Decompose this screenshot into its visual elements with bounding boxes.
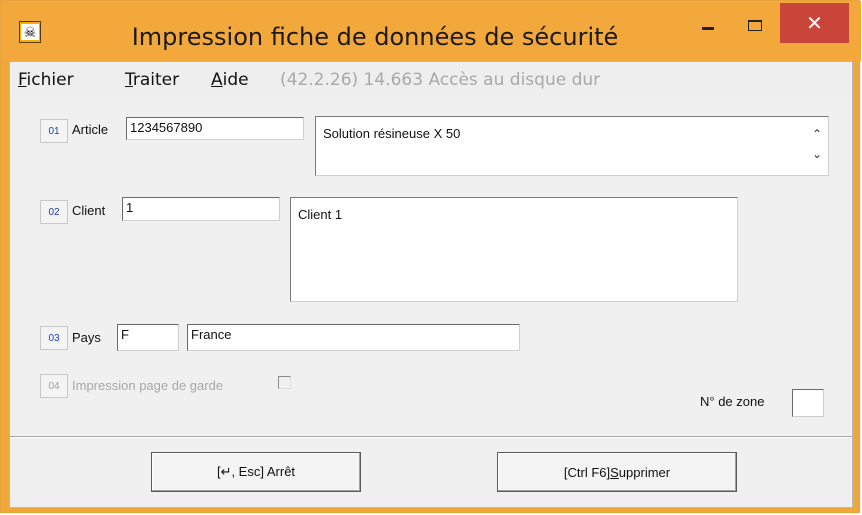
zone-input[interactable] xyxy=(792,389,824,417)
menu-label: ide xyxy=(222,70,249,90)
maximize-button[interactable] xyxy=(733,1,777,49)
article-input[interactable]: 1234567890 xyxy=(126,117,304,140)
delete-button-label: upprimer xyxy=(618,464,671,480)
pays-code-input[interactable]: F xyxy=(117,324,179,351)
stop-button[interactable]: [↵, Esc] Arrêt xyxy=(151,452,361,492)
page-garde-checkbox xyxy=(278,376,291,389)
close-button[interactable]: ✕ xyxy=(780,3,849,43)
maximize-icon xyxy=(748,19,762,31)
client-input[interactable]: 1 xyxy=(122,197,280,221)
minimize-icon xyxy=(702,26,714,30)
menu-fichier[interactable]: Fichier xyxy=(18,70,74,90)
client-description: Client 1 xyxy=(290,197,738,302)
page-garde-number-button: 04 xyxy=(40,374,68,398)
client-label: Client xyxy=(72,203,106,218)
menu-accelerator: F xyxy=(18,70,27,90)
status-text: (42.2.26) 14.663 Accès au disque dur xyxy=(280,70,601,90)
menu-accelerator: T xyxy=(125,70,133,90)
delete-button[interactable]: [Ctrl F6] Supprimer xyxy=(497,452,737,492)
minimize-button[interactable] xyxy=(686,1,730,49)
menu-bar: Fichier Traiter Aide (42.2.26) 14.663 Ac… xyxy=(10,62,852,96)
close-icon: ✕ xyxy=(806,11,823,35)
pays-name-field: France xyxy=(187,324,520,351)
menu-aide[interactable]: Aide xyxy=(211,70,249,90)
menu-accelerator: A xyxy=(211,70,223,90)
menu-label: raiter xyxy=(132,70,180,90)
stop-button-label: [↵, Esc] Arrêt xyxy=(216,464,296,479)
client-area: Fichier Traiter Aide (42.2.26) 14.663 Ac… xyxy=(9,61,853,508)
menu-label: ichier xyxy=(26,70,74,90)
delete-button-prefix: [Ctrl F6] xyxy=(563,464,611,480)
zone-label: N° de zone xyxy=(700,394,765,409)
app-window: ☠ Impression fiche de données de sécurit… xyxy=(0,0,861,513)
article-description: Solution résineuse X 50 ⌃ ⌄ xyxy=(315,116,829,176)
pays-label: Pays xyxy=(72,330,101,345)
article-description-text: Solution résineuse X 50 xyxy=(323,126,461,141)
article-number-button[interactable]: 01 xyxy=(40,119,68,143)
pays-number-button[interactable]: 03 xyxy=(40,326,68,350)
scroll-up-icon[interactable]: ⌃ xyxy=(810,127,824,141)
page-garde-label: Impression page de garde xyxy=(72,378,224,393)
article-label: Article xyxy=(72,122,109,137)
window-title: Impression fiche de données de sécurité xyxy=(131,23,619,51)
divider xyxy=(10,436,852,438)
client-number-button[interactable]: 02 xyxy=(40,200,68,224)
menu-traiter[interactable]: Traiter xyxy=(125,70,179,90)
delete-accelerator: S xyxy=(610,464,619,480)
title-bar[interactable]: ☠ Impression fiche de données de sécurit… xyxy=(1,1,861,61)
scroll-down-icon[interactable]: ⌄ xyxy=(810,147,824,161)
